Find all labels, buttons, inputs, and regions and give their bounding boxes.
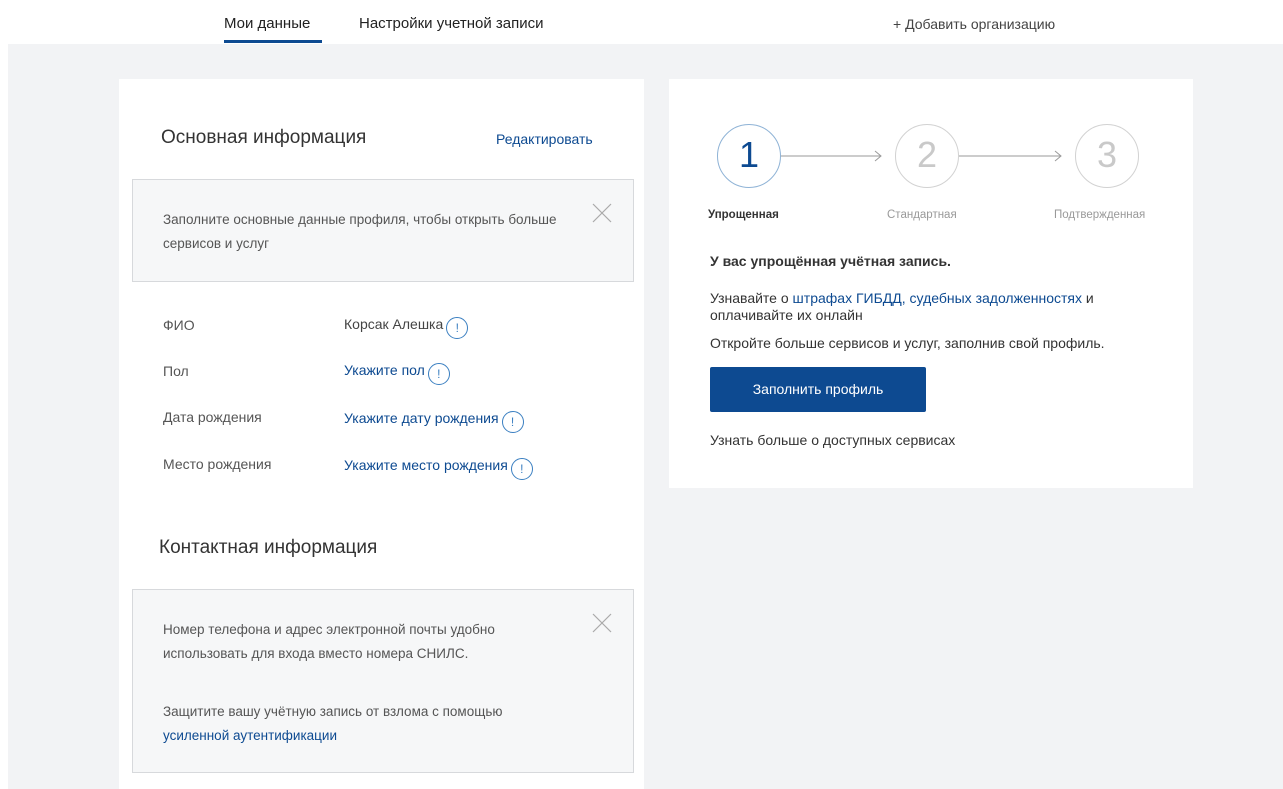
close-icon[interactable] (591, 612, 613, 634)
step-circle-2: 2 (895, 124, 959, 188)
contact-info-title: Контактная информация (159, 537, 378, 558)
fines-debts-link[interactable]: штрафах ГИБДД, судебных задолженностях (793, 290, 1082, 306)
main-info-title: Основная информация (161, 127, 367, 148)
arrow-right-icon (959, 150, 1062, 162)
specify-gender-link[interactable]: Укажите пол (344, 362, 425, 378)
arrow-right-icon (781, 150, 882, 162)
add-organization-link[interactable]: + Добавить организацию (893, 16, 1055, 32)
edit-button[interactable]: Редактировать (496, 131, 593, 147)
fines-info-text: Узнавайте о штрафах ГИБДД, судебных задо… (710, 290, 1170, 324)
warning-icon[interactable]: ! (446, 317, 469, 339)
step-circle-1: 1 (717, 124, 781, 188)
contact-notice-text-1: Номер телефона и адрес электронной почты… (163, 622, 495, 661)
warning-icon[interactable]: ! (510, 458, 533, 480)
step-label-simplified: Упрощенная (708, 209, 779, 221)
warning-icon[interactable]: ! (427, 363, 450, 385)
field-label-birthdate: Дата рождения (163, 409, 262, 425)
contact-notice-text-2: Защитите вашу учётную запись от взлома с… (163, 700, 583, 748)
field-label-fio: ФИО (163, 317, 195, 333)
account-status-heading: У вас упрощённая учётная запись. (710, 253, 951, 269)
fines-text-line2: оплачивайте их онлайн (710, 307, 863, 323)
main-info-notice: Заполните основные данные профиля, чтобы… (132, 179, 634, 282)
fio-value: Корсак Алешка (344, 316, 444, 332)
warning-icon[interactable]: ! (501, 411, 524, 433)
field-value-fio: Корсак Алешка! (344, 316, 469, 339)
specify-birthdate-link[interactable]: Укажите дату рождения (344, 410, 499, 426)
top-navigation: Мои данные Настройки учетной записи + До… (0, 0, 1283, 44)
active-tab-indicator (224, 40, 322, 43)
close-icon[interactable] (591, 202, 613, 224)
tab-account-settings[interactable]: Настройки учетной записи (359, 15, 544, 32)
field-value-gender: Укажите пол! (344, 362, 450, 385)
step-label-standard: Стандартная (887, 209, 957, 221)
personal-data-card: Основная информация Редактировать Заполн… (119, 79, 644, 789)
fill-profile-button[interactable]: Заполнить профиль (710, 367, 926, 412)
main-info-notice-text: Заполните основные данные профиля, чтобы… (163, 212, 557, 251)
contact-notice-prefix: Защитите вашу учётную запись от взлома с… (163, 704, 503, 719)
tab-my-data[interactable]: Мои данные (224, 15, 310, 32)
step-label-confirmed: Подтвержденная (1054, 209, 1146, 221)
field-value-birthplace: Укажите место рождения! (344, 457, 533, 480)
fines-text-suffix: и (1085, 290, 1094, 306)
specify-birthplace-link[interactable]: Укажите место рождения (344, 457, 508, 473)
contact-info-notice: Номер телефона и адрес электронной почты… (132, 589, 634, 773)
open-services-text: Откройте больше сервисов и услуг, заполн… (710, 335, 1105, 351)
field-label-gender: Пол (163, 363, 189, 379)
step-circle-3: 3 (1075, 124, 1139, 188)
fines-text-prefix: Узнавайте о (710, 290, 789, 306)
field-label-birthplace: Место рождения (163, 456, 272, 472)
field-value-birthdate: Укажите дату рождения! (344, 410, 524, 433)
strong-auth-link[interactable]: усиленной аутентификации (163, 728, 337, 743)
learn-more-services-link[interactable]: Узнать больше о доступных сервисах (710, 432, 955, 448)
